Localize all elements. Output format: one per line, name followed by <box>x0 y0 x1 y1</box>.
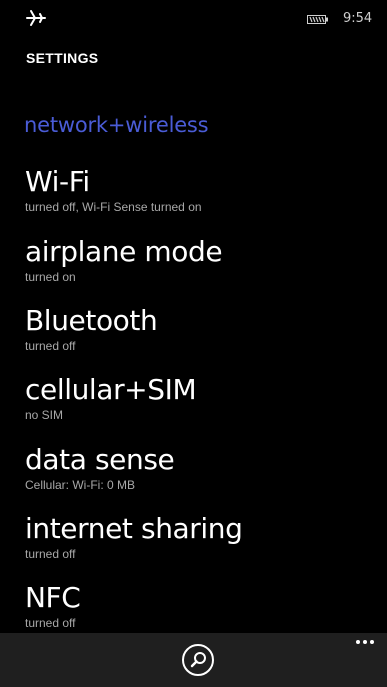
settings-item-status: turned off, Wi-Fi Sense turned on <box>25 200 202 214</box>
settings-item-status: no SIM <box>25 408 64 422</box>
settings-item-title: Wi-Fi <box>25 165 90 198</box>
settings-item-status: turned off <box>25 339 76 353</box>
settings-item-title: NFC <box>25 581 81 614</box>
settings-item-title: internet sharing <box>25 512 243 545</box>
settings-item-wifi[interactable]: Wi-Fi turned off, Wi-Fi Sense turned on <box>25 165 365 229</box>
settings-item-status: turned off <box>25 616 76 630</box>
settings-item-status: turned off <box>25 547 76 561</box>
settings-item-title: Bluetooth <box>25 304 158 337</box>
settings-list: Wi-Fi turned off, Wi-Fi Sense turned on … <box>0 165 387 633</box>
settings-item-status: turned on <box>25 270 76 284</box>
settings-item-status: Cellular: Wi-Fi: 0 MB <box>25 478 136 492</box>
airplane-icon <box>26 10 46 26</box>
search-icon[interactable] <box>181 643 215 677</box>
settings-item-cellular-sim[interactable]: cellular+SIM no SIM <box>25 373 365 437</box>
settings-item-nfc[interactable]: NFC turned off <box>25 581 365 633</box>
app-title: SETTINGS <box>26 50 99 66</box>
more-icon[interactable] <box>352 637 378 651</box>
settings-item-internet-sharing[interactable]: internet sharing turned off <box>25 512 365 576</box>
settings-item-data-sense[interactable]: data sense Cellular: Wi-Fi: 0 MB <box>25 443 365 507</box>
page-title: network+wireless <box>24 113 209 137</box>
settings-item-airplane-mode[interactable]: airplane mode turned on <box>25 235 365 299</box>
settings-item-title: airplane mode <box>25 235 223 268</box>
settings-item-title: data sense <box>25 443 175 476</box>
status-bar: 9:54 <box>0 0 387 36</box>
settings-item-bluetooth[interactable]: Bluetooth turned off <box>25 304 365 368</box>
app-bar <box>0 633 387 687</box>
battery-icon <box>307 15 328 24</box>
clock: 9:54 <box>343 11 373 26</box>
settings-item-title: cellular+SIM <box>25 373 197 406</box>
